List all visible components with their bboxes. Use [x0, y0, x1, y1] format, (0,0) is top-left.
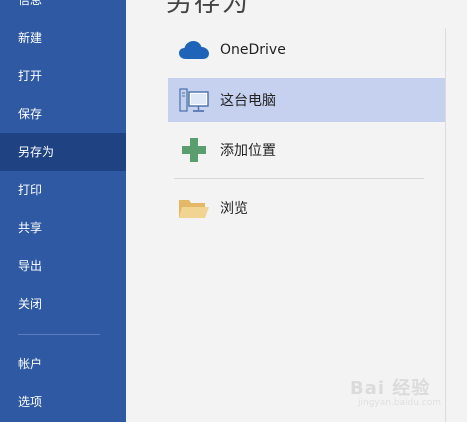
save-as-backstage: 信息 新建 打开 保存 另存为 打印 共享 导出 关闭 帐户 选项 另存为 On…	[0, 0, 467, 422]
nav-item-share[interactable]: 共享	[0, 209, 126, 247]
nav-item-print[interactable]: 打印	[0, 171, 126, 209]
watermark: Bai 经验 jingyan.baidu.com	[350, 368, 460, 412]
save-places-list: OneDrive 这台电脑 添加位置 浏览	[168, 28, 445, 422]
nav-item-account[interactable]: 帐户	[0, 345, 126, 383]
place-this-pc[interactable]: 这台电脑	[168, 78, 445, 122]
nav-item-export[interactable]: 导出	[0, 247, 126, 285]
nav-item-options[interactable]: 选项	[0, 383, 126, 421]
nav-item-info[interactable]: 信息	[0, 0, 126, 19]
place-onedrive[interactable]: OneDrive	[168, 28, 445, 72]
place-label: 浏览	[220, 201, 248, 217]
folder-icon	[168, 186, 220, 230]
nav-item-close[interactable]: 关闭	[0, 285, 126, 323]
page-title: 另存为	[166, 0, 251, 18]
plus-icon	[168, 128, 220, 172]
watermark-brand: Bai 经验	[350, 378, 431, 399]
nav-item-save-as[interactable]: 另存为	[0, 133, 126, 171]
watermark-url: jingyan.baidu.com	[358, 398, 442, 408]
panel-edge	[445, 28, 446, 422]
place-add-location[interactable]: 添加位置	[168, 128, 445, 172]
place-label: OneDrive	[220, 42, 286, 58]
nav-item-save[interactable]: 保存	[0, 95, 126, 133]
place-label: 这台电脑	[220, 93, 276, 109]
place-label: 添加位置	[220, 143, 276, 159]
computer-icon	[168, 78, 220, 122]
nav-divider	[18, 334, 100, 335]
cloud-icon	[168, 28, 220, 72]
place-browse[interactable]: 浏览	[168, 186, 445, 230]
nav-item-new[interactable]: 新建	[0, 19, 126, 57]
backstage-sidebar: 信息 新建 打开 保存 另存为 打印 共享 导出 关闭 帐户 选项	[0, 0, 126, 422]
nav-item-open[interactable]: 打开	[0, 57, 126, 95]
places-divider	[174, 178, 424, 179]
